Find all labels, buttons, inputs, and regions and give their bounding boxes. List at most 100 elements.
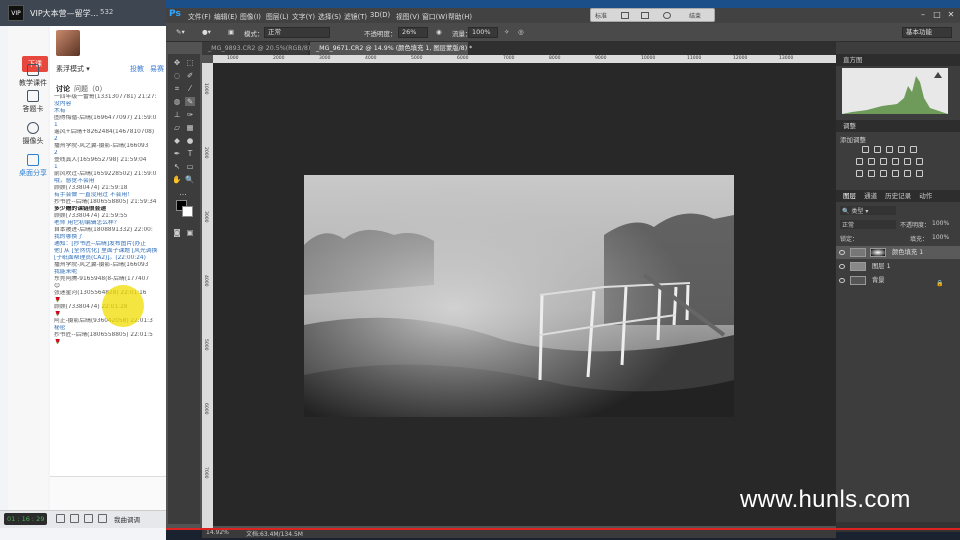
adjustment-icon[interactable] — [892, 158, 899, 165]
eyedropper-icon[interactable]: ⁄ — [185, 84, 195, 93]
layer-name[interactable]: 颜色填充 1 — [892, 246, 923, 259]
dodge-tool-icon[interactable]: ● — [185, 136, 195, 145]
adjustment-icon[interactable] — [868, 170, 875, 177]
lasso-tool-icon[interactable]: ◌ — [172, 71, 182, 80]
brush-preset-icon[interactable]: ●▾ — [202, 28, 211, 36]
menu-item[interactable]: 帮助(H) — [448, 11, 472, 21]
move-tool-icon[interactable]: ✥ — [172, 58, 182, 67]
layer-name[interactable]: 背景 — [872, 274, 885, 287]
stamp-tool-icon[interactable]: ⊥ — [172, 110, 182, 119]
menu-item[interactable]: 图层(L) — [266, 11, 289, 21]
tab-bind[interactable]: 投教 — [130, 64, 144, 74]
live-label[interactable]: 我曲调调 — [114, 514, 140, 524]
tab-more[interactable]: 易赛 — [150, 64, 164, 74]
brush-panel-icon[interactable]: ▣ — [228, 28, 234, 36]
marquee-tool-icon[interactable]: ⬚ — [185, 58, 195, 67]
adjustment-icon[interactable] — [880, 158, 887, 165]
quick-mask-icon[interactable]: ◙ — [172, 228, 182, 237]
gradient-tool-icon[interactable]: ▦ — [185, 123, 195, 132]
tab-doc-9671[interactable]: _MG_9671.CR2 @ 14.9% (颜色填充 1, 图层蒙版/8) * — [310, 42, 472, 55]
zoom-tool-icon[interactable]: 🔍 — [185, 175, 195, 184]
mic-icon[interactable] — [56, 514, 65, 523]
adjustment-icon[interactable] — [880, 170, 887, 177]
background-color-swatch[interactable] — [182, 206, 193, 217]
adjustment-icon[interactable] — [916, 158, 923, 165]
minimize-icon[interactable]: – — [918, 11, 928, 20]
music-icon[interactable] — [84, 514, 93, 523]
mode-selector[interactable]: 素浮模式 ▾ — [56, 64, 90, 74]
document-icon[interactable] — [98, 514, 107, 523]
quick-select-icon[interactable]: ✐ — [185, 71, 195, 80]
menu-item[interactable]: 3D(D) — [370, 11, 390, 19]
workspace-select[interactable]: 基本功能 — [902, 27, 952, 38]
history-brush-icon[interactable]: ✑ — [185, 110, 195, 119]
visibility-eye-icon[interactable] — [839, 264, 845, 269]
type-tool-icon[interactable]: T — [185, 149, 195, 158]
float-standard-button[interactable]: 标准 — [595, 11, 607, 20]
maximize-icon[interactable]: □ — [932, 11, 942, 20]
float-frame-icon[interactable] — [641, 12, 649, 19]
adjustment-icon[interactable] — [886, 146, 893, 153]
tab-history[interactable]: 历史记录 — [882, 192, 914, 200]
opacity-field[interactable]: 26% — [398, 27, 428, 38]
layer-filter-select[interactable]: 🔍 类型 ▾ — [840, 206, 896, 215]
adjustment-icon[interactable] — [856, 170, 863, 177]
visibility-eye-icon[interactable] — [839, 278, 845, 283]
blur-tool-icon[interactable]: ◆ — [172, 136, 182, 145]
volume-icon[interactable] — [70, 514, 79, 523]
tab-layers[interactable]: 图层 — [840, 192, 859, 200]
adjustment-icon[interactable] — [910, 146, 917, 153]
sidebar-item-camera[interactable]: 摄像头 — [14, 120, 52, 150]
adjustment-icon[interactable] — [856, 158, 863, 165]
layer-row-background[interactable]: 背景 🔒 — [836, 274, 960, 287]
layer-opacity-field[interactable]: 100% — [932, 220, 949, 227]
menu-item[interactable]: 窗口(W) — [422, 11, 448, 21]
zoom-level[interactable]: 14.92% — [206, 529, 229, 536]
layer-blend-select[interactable]: 正常 — [840, 220, 896, 229]
adjustment-icon[interactable] — [916, 170, 923, 177]
adjustment-icon[interactable] — [874, 146, 881, 153]
adjustment-icon[interactable] — [898, 146, 905, 153]
tab-discussion[interactable]: 讨论 — [56, 84, 70, 94]
tab-channels[interactable]: 通道 — [861, 192, 880, 200]
chat-input[interactable] — [50, 476, 166, 510]
adjustment-icon[interactable] — [904, 170, 911, 177]
adjustment-icon[interactable] — [868, 158, 875, 165]
document-canvas-photo[interactable] — [304, 175, 734, 417]
menu-item[interactable]: 编辑(E) — [214, 11, 237, 21]
eraser-tool-icon[interactable]: ▱ — [172, 123, 182, 132]
menu-item[interactable]: 文字(Y) — [292, 11, 315, 21]
menu-item[interactable]: 视图(V) — [396, 11, 420, 21]
adjustment-icon[interactable] — [862, 146, 869, 153]
tab-questions[interactable]: 问题（0） — [74, 84, 106, 94]
flow-field[interactable]: 100% — [468, 27, 498, 38]
spot-heal-icon[interactable]: ◍ — [172, 97, 182, 106]
adjustment-icon[interactable] — [892, 170, 899, 177]
menu-item[interactable]: 滤镜(T) — [344, 11, 367, 21]
pressure-size-icon[interactable]: ◎ — [518, 28, 524, 36]
visibility-eye-icon[interactable] — [839, 250, 845, 255]
more-tools-icon[interactable]: … — [178, 188, 188, 197]
menu-item[interactable]: 文件(F) — [188, 11, 211, 21]
blend-mode-select[interactable]: 正常 — [264, 27, 330, 38]
float-pin-icon[interactable] — [663, 12, 671, 19]
menu-item[interactable]: 图像(I) — [240, 11, 261, 21]
pressure-opacity-icon[interactable]: ◉ — [436, 28, 442, 36]
crop-tool-icon[interactable]: ⌗ — [172, 84, 182, 93]
shape-tool-icon[interactable]: ▭ — [185, 162, 195, 171]
brush-tool-icon[interactable]: ✎ — [185, 97, 195, 106]
layer-name[interactable]: 图层 1 — [872, 260, 891, 273]
close-icon[interactable]: ✕ — [946, 11, 956, 20]
float-window-icon[interactable] — [621, 12, 629, 19]
layer-row-color-fill[interactable]: 颜色填充 1 — [836, 246, 960, 259]
hand-tool-icon[interactable]: ✋ — [172, 175, 182, 184]
canvas-area[interactable] — [213, 63, 836, 526]
layer-row-layer1[interactable]: 图层 1 — [836, 260, 960, 273]
layer-mask-thumb[interactable] — [870, 248, 886, 257]
pen-tool-icon[interactable]: ✒ — [172, 149, 182, 158]
airbrush-icon[interactable]: ✧ — [504, 28, 509, 36]
brush-tool-icon[interactable]: ✎▾ — [176, 28, 185, 36]
adjustment-icon[interactable] — [904, 158, 911, 165]
menu-item[interactable]: 选择(S) — [318, 11, 341, 21]
path-select-icon[interactable]: ↖ — [172, 162, 182, 171]
